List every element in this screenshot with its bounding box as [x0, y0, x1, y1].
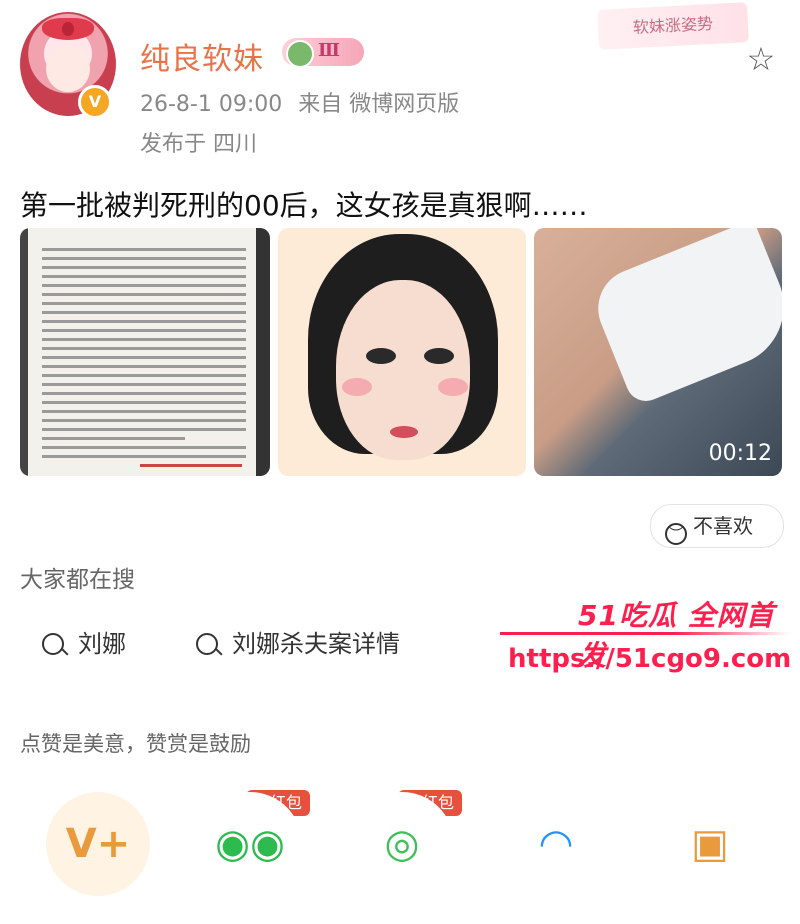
share-qq-button[interactable]: ◠ [504, 792, 608, 896]
bow-decoration [42, 18, 94, 40]
post-source: 来自 微博网页版 [298, 92, 460, 117]
post-time: 26-8-1 09:00 [140, 92, 283, 117]
search-suggestion-label: 刘娜杀夫案详情 [232, 630, 400, 658]
dislike-button[interactable]: ︶ 不喜欢 [650, 504, 784, 548]
search-icon [196, 633, 218, 655]
stamp-sticker: 软妹涨姿势 [597, 2, 749, 50]
post-title: 第一批被判死刑的00后，这女孩是真狠啊…… [20, 189, 588, 222]
share-vip-button[interactable]: V+ [46, 792, 150, 896]
dislike-label: 不喜欢 [693, 514, 753, 538]
vip-icon: V+ [65, 821, 131, 867]
search-icon [42, 633, 64, 655]
portrait-blush [438, 378, 468, 396]
watermark-line [500, 632, 790, 635]
portrait-eye [424, 348, 454, 364]
wechat-icon: ◉◉ [215, 821, 285, 867]
search-suggestion[interactable]: 刘娜 [42, 624, 126, 659]
level-avatar-icon [286, 40, 314, 68]
portrait-eye [366, 348, 396, 364]
reward-text: 点赞是美意，赞赏是鼓励 [20, 732, 251, 756]
watermark-url: https://51cgo9.com [508, 644, 792, 674]
share-save-image-button[interactable]: ▣ [658, 792, 762, 896]
portrait-blush [342, 378, 372, 396]
video-duration: 00:12 [708, 441, 772, 466]
level-number: Ⅲ [318, 40, 340, 61]
search-suggestion-label: 刘娜 [78, 630, 126, 658]
moments-icon: ◎ [384, 821, 420, 867]
save-image-icon: ▣ [691, 821, 729, 867]
share-moments-button[interactable]: ◎ [350, 792, 454, 896]
verified-badge-icon: V [78, 85, 112, 119]
document-image[interactable] [20, 228, 270, 476]
share-wechat-button[interactable]: ◉◉ [198, 792, 302, 896]
portrait-image[interactable] [278, 228, 526, 476]
post-meta: 26-8-1 09:00 来自 微博网页版 [140, 86, 459, 118]
search-suggestion[interactable]: 刘娜杀夫案详情 [196, 624, 400, 659]
level-badge: Ⅲ [282, 38, 364, 68]
search-section-title: 大家都在搜 [20, 567, 135, 593]
username[interactable]: 纯良软妹 [140, 34, 264, 78]
document-text-lines [42, 242, 246, 473]
avatar-face [46, 46, 90, 92]
face-mask-shape [586, 228, 782, 407]
portrait-lip [390, 426, 418, 438]
favorite-star-icon[interactable]: ☆ [744, 42, 778, 76]
qq-icon: ◠ [540, 821, 572, 867]
frown-icon: ︶ [665, 523, 687, 545]
post-location: 发布于 四川 [140, 132, 257, 157]
video-thumbnail[interactable]: 00:12 [534, 228, 782, 476]
